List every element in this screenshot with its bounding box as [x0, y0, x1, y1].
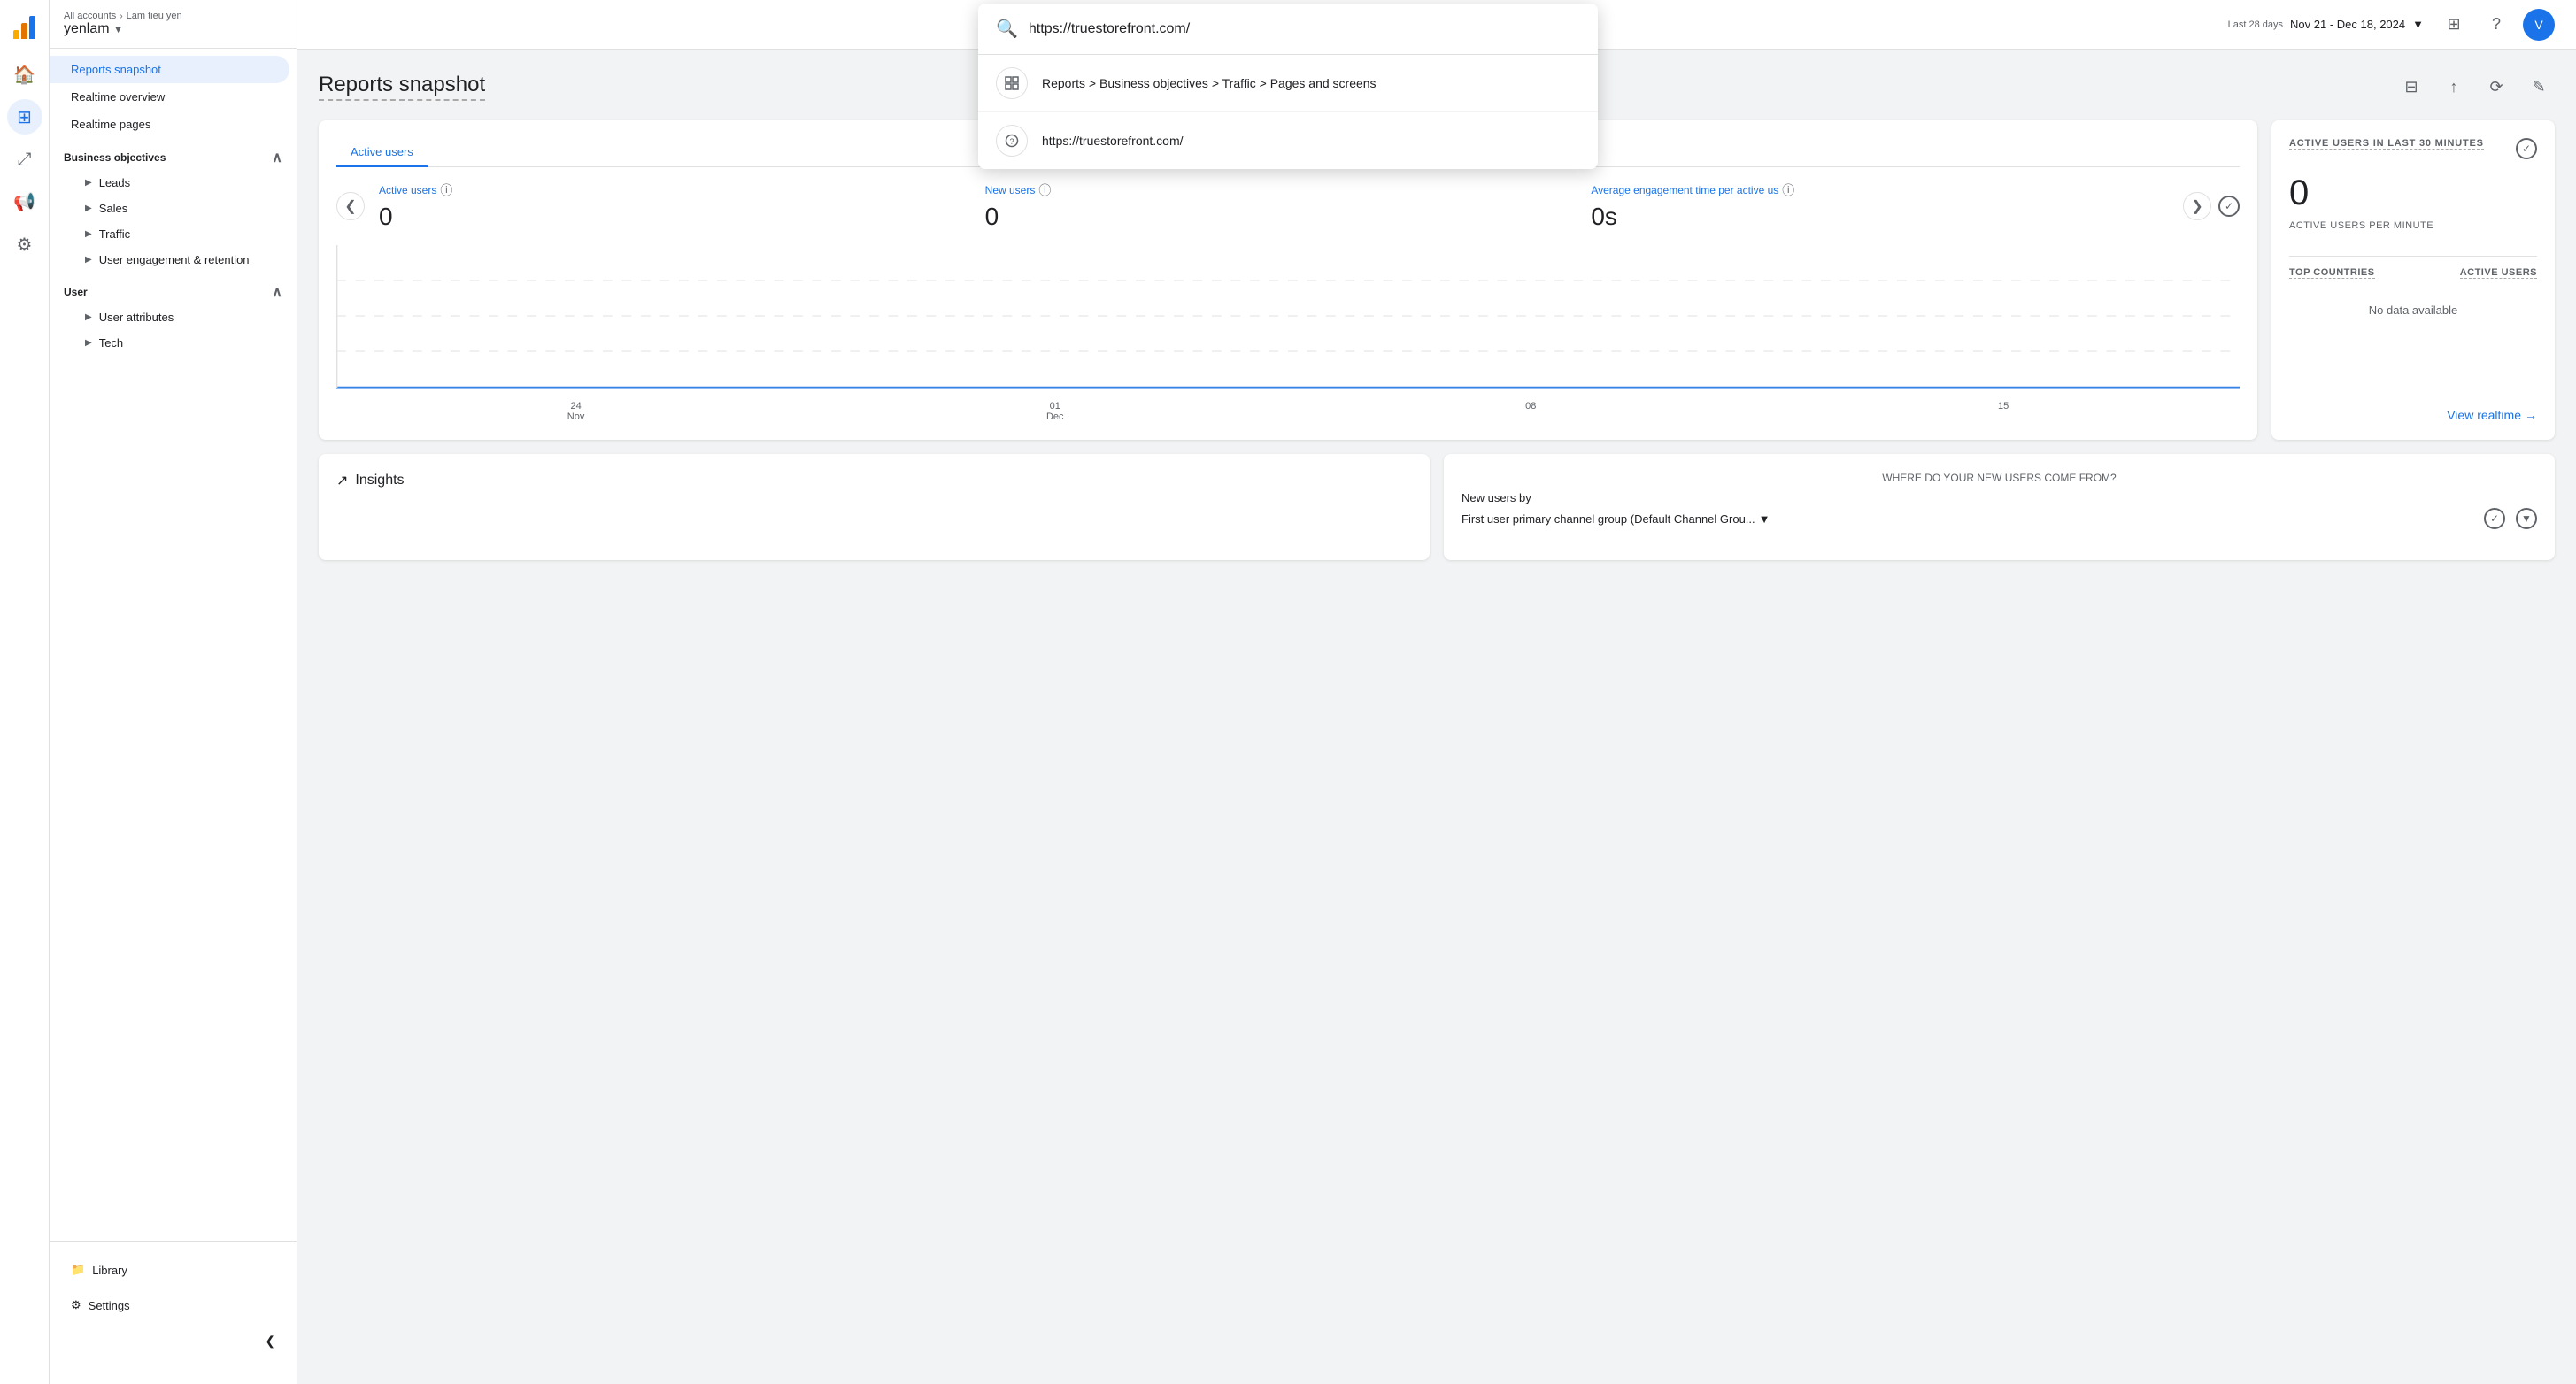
search-result-url[interactable]: ? https://truestorefront.com/	[978, 112, 1598, 169]
search-input[interactable]	[1029, 21, 1580, 37]
svg-text:?: ?	[1009, 137, 1014, 146]
help-circle-icon: ?	[1005, 134, 1019, 148]
search-result-url-icon: ?	[996, 125, 1028, 157]
search-result-url-text: https://truestorefront.com/	[1042, 134, 1184, 148]
search-result-report-icon	[996, 67, 1028, 99]
search-input-row: 🔍	[978, 4, 1598, 55]
search-dropdown: 🔍 Reports > Business objectives > Traffi…	[978, 4, 1598, 169]
grid-icon	[1005, 76, 1019, 90]
search-result-report[interactable]: Reports > Business objectives > Traffic …	[978, 55, 1598, 112]
search-overlay[interactable]: 🔍 Reports > Business objectives > Traffi…	[0, 0, 2576, 1384]
search-icon: 🔍	[996, 18, 1018, 40]
search-result-report-text: Reports > Business objectives > Traffic …	[1042, 76, 1377, 90]
